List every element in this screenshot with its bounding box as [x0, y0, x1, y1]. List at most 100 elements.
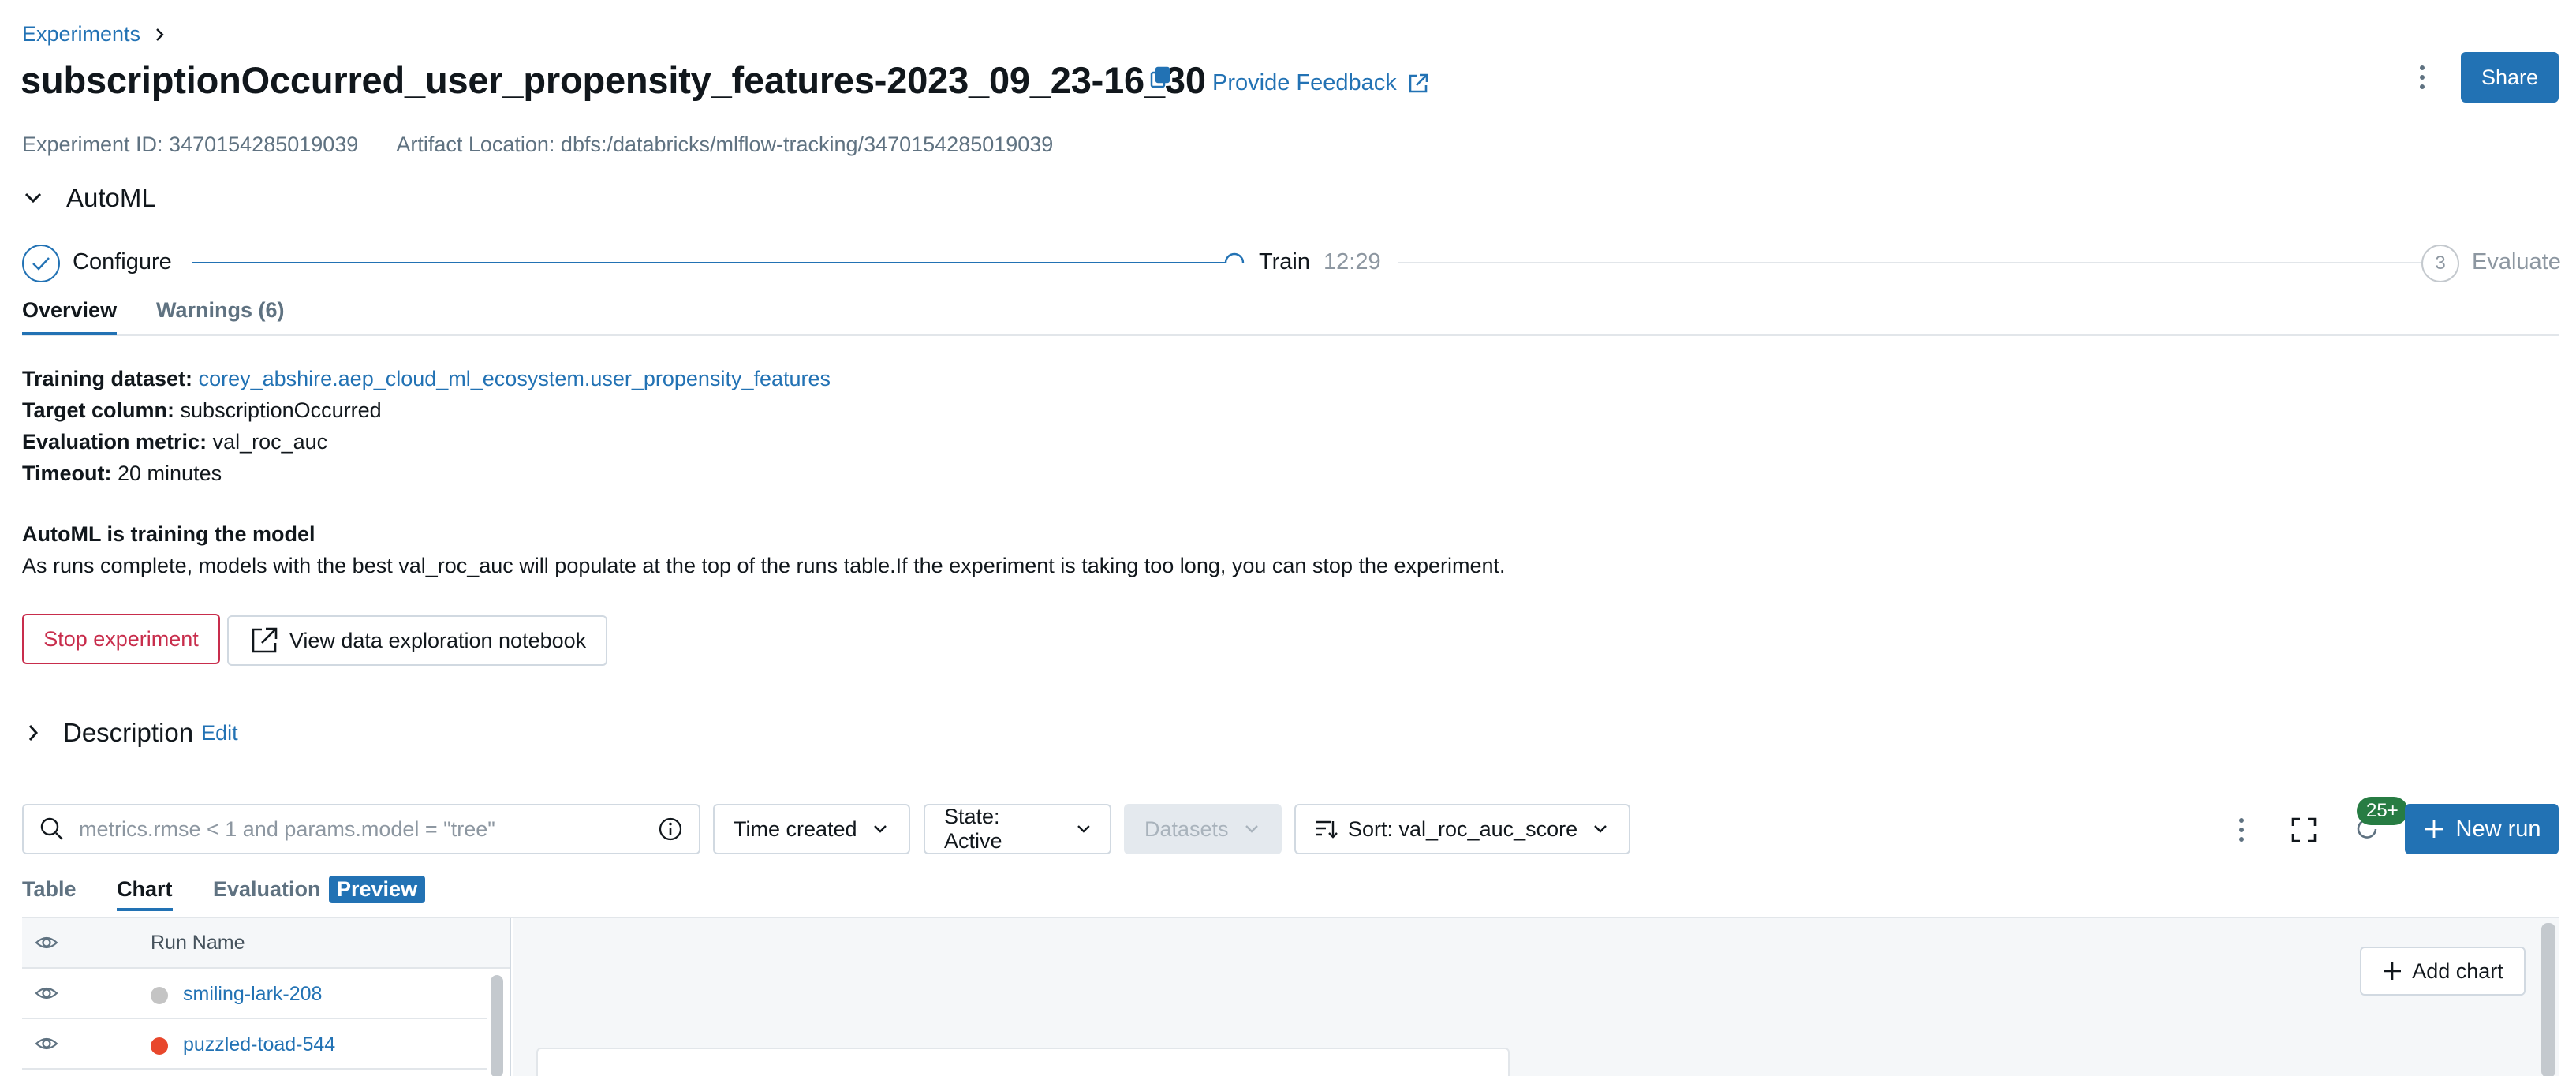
eye-icon[interactable] — [35, 932, 58, 953]
tab-chart[interactable]: Chart — [117, 877, 173, 911]
preview-badge: Preview — [329, 876, 426, 903]
tab-warnings[interactable]: Warnings (6) — [156, 298, 285, 332]
more-options-icon[interactable] — [2410, 62, 2435, 93]
automl-stepper: Configure Train 12:29 3 Evaluate — [22, 243, 2561, 284]
runs-table-scrollbar[interactable] — [491, 975, 503, 1076]
step-line-done — [192, 262, 1226, 263]
provide-feedback-label: Provide Feedback — [1212, 70, 1397, 95]
timeout-value: 20 minutes — [118, 461, 222, 485]
step-evaluate-number: 3 — [2421, 245, 2459, 282]
fullscreen-icon[interactable] — [2290, 816, 2317, 843]
description-title: Description — [63, 718, 194, 747]
step-configure-label: Configure — [73, 249, 172, 275]
share-button[interactable]: Share — [2461, 52, 2559, 103]
training-dataset-link[interactable]: corey_abshire.aep_cloud_ml_ecosystem.use… — [199, 367, 831, 390]
automl-title: AutoML — [66, 183, 156, 212]
info-icon[interactable] — [658, 816, 683, 842]
sort-icon — [1316, 820, 1338, 839]
run-row[interactable]: smiling-lark-208 — [22, 969, 487, 1019]
datasets-label: Datasets — [1144, 816, 1229, 841]
chevron-down-icon — [873, 825, 887, 833]
target-column-row: Target column: subscriptionOccurred — [22, 394, 831, 426]
description-edit-link[interactable]: Edit — [201, 721, 238, 745]
chevron-right-icon — [156, 28, 164, 41]
chart-card[interactable] — [536, 1048, 1510, 1076]
target-column-label: Target column: — [22, 398, 175, 422]
run-color-dot[interactable] — [151, 1037, 168, 1055]
training-status-description: As runs complete, models with the best v… — [22, 554, 1506, 577]
training-dataset-row: Training dataset: corey_abshire.aep_clou… — [22, 363, 831, 394]
new-run-label: New run — [2455, 816, 2541, 842]
chevron-down-icon — [24, 192, 42, 204]
spinner-icon — [1224, 252, 1245, 263]
breadcrumb-experiments-link[interactable]: Experiments — [22, 22, 140, 47]
run-row[interactable]: puzzled-toad-544 — [22, 1019, 487, 1070]
search-input[interactable] — [79, 816, 644, 842]
tab-table[interactable]: Table — [22, 877, 77, 902]
plus-icon — [2384, 962, 2402, 980]
runs-table-header: Run Name — [22, 918, 510, 969]
sort-label: Sort: val_roc_auc_score — [1348, 816, 1578, 841]
external-link-icon — [1409, 73, 1428, 92]
view-notebook-button[interactable]: View data exploration notebook — [227, 615, 607, 666]
step-evaluate-label: Evaluate — [2472, 249, 2561, 275]
description-section-toggle[interactable]: Description Edit — [27, 718, 238, 748]
runs-chart-panel: Run Name smiling-lark-208 puzzled-toad-5… — [22, 917, 2559, 1076]
time-created-dropdown[interactable]: Time created — [713, 804, 910, 854]
chart-area-scrollbar[interactable] — [2541, 923, 2555, 1076]
experiment-meta: Experiment ID: 3470154285019039 Artifact… — [22, 133, 1053, 157]
chart-area: Add chart — [513, 918, 2559, 1076]
copy-icon[interactable] — [1148, 65, 1174, 90]
artifact-location: Artifact Location: dbfs:/databricks/mlfl… — [396, 133, 1054, 156]
experiment-id: Experiment ID: 3470154285019039 — [22, 133, 359, 156]
stop-experiment-button[interactable]: Stop experiment — [22, 614, 220, 664]
provide-feedback-link[interactable]: Provide Feedback — [1212, 70, 1430, 96]
breadcrumb: Experiments — [22, 22, 166, 47]
run-name-column-header[interactable]: Run Name — [151, 932, 245, 955]
chevron-down-icon — [1594, 825, 1607, 833]
step-train-label: Train — [1259, 249, 1310, 275]
chevron-down-icon — [1245, 825, 1258, 833]
evaluation-metric-value: val_roc_auc — [212, 430, 328, 454]
add-chart-label: Add chart — [2412, 958, 2503, 983]
refresh-button[interactable]: 25+ — [2350, 797, 2408, 855]
run-color-dot[interactable] — [151, 987, 168, 1004]
training-dataset-label: Training dataset: — [22, 367, 193, 390]
automl-tabs: Overview Warnings (6) — [22, 298, 2559, 336]
chevron-down-icon — [1077, 825, 1090, 833]
check-icon — [22, 245, 60, 282]
refresh-count-badge: 25+ — [2357, 797, 2408, 825]
datasets-dropdown: Datasets — [1124, 804, 1282, 854]
sort-dropdown[interactable]: Sort: val_roc_auc_score — [1294, 804, 1630, 854]
timeout-label: Timeout: — [22, 461, 112, 485]
automl-info: Training dataset: corey_abshire.aep_clou… — [22, 363, 831, 489]
run-name-link[interactable]: puzzled-toad-544 — [183, 1033, 335, 1056]
page-title: subscriptionOccurred_user_propensity_fea… — [21, 59, 1206, 101]
time-created-label: Time created — [734, 816, 857, 841]
state-dropdown[interactable]: State: Active — [924, 804, 1111, 854]
search-icon — [40, 817, 63, 840]
external-link-icon — [252, 627, 278, 653]
eye-icon[interactable] — [35, 983, 58, 1003]
timeout-row: Timeout: 20 minutes — [22, 458, 831, 489]
automl-section-toggle[interactable]: AutoML — [24, 183, 156, 213]
view-notebook-label: View data exploration notebook — [289, 628, 587, 652]
step-line-pending — [1398, 262, 2423, 263]
target-column-value: subscriptionOccurred — [180, 398, 382, 422]
tab-overview[interactable]: Overview — [22, 298, 118, 335]
chevron-right-icon — [28, 725, 39, 741]
more-options-icon[interactable] — [2232, 814, 2251, 846]
eye-icon[interactable] — [35, 1033, 58, 1054]
state-label: State: Active — [944, 805, 1002, 853]
runs-search-field[interactable] — [22, 804, 700, 854]
step-train-time: 12:29 — [1323, 249, 1381, 275]
evaluation-metric-row: Evaluation metric: val_roc_auc — [22, 426, 831, 458]
training-status-title: AutoML is training the model — [22, 522, 315, 546]
add-chart-button[interactable]: Add chart — [2360, 947, 2526, 996]
plus-icon — [2425, 820, 2443, 838]
run-name-link[interactable]: smiling-lark-208 — [183, 983, 322, 1006]
tab-evaluation[interactable]: Evaluation — [213, 877, 321, 902]
new-run-button[interactable]: New run — [2405, 804, 2559, 854]
evaluation-metric-label: Evaluation metric: — [22, 430, 207, 454]
runs-table: Run Name smiling-lark-208 puzzled-toad-5… — [22, 918, 511, 1076]
